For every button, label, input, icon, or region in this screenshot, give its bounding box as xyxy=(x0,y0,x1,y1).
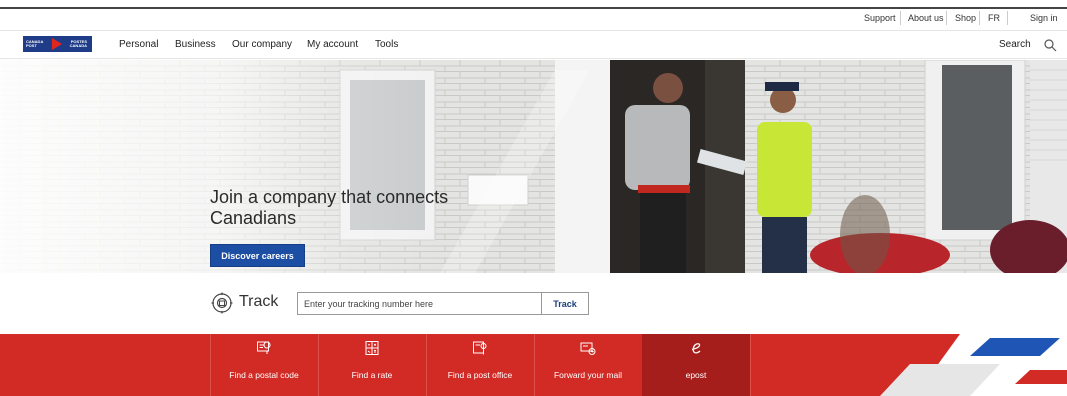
nav-my-account[interactable]: My account xyxy=(307,39,358,50)
divider xyxy=(979,11,980,25)
search-icon[interactable] xyxy=(1043,38,1057,52)
forward-mail-link[interactable]: Forward your mail xyxy=(534,334,642,396)
tracking-number-input[interactable] xyxy=(297,292,542,315)
find-postal-code-link[interactable]: Find a postal code xyxy=(210,334,318,396)
hero-title: Join a company that connects Canadians xyxy=(210,187,449,228)
nav-business[interactable]: Business xyxy=(175,39,216,50)
shop-link[interactable]: Shop xyxy=(955,13,976,23)
find-rate-link[interactable]: Find a rate xyxy=(318,334,426,396)
track-target-icon xyxy=(211,292,233,314)
quick-link-label: Find a rate xyxy=(351,370,393,380)
epost-link[interactable]: epost xyxy=(642,334,750,396)
nav-our-company[interactable]: Our company xyxy=(232,39,292,50)
epost-icon xyxy=(691,343,701,354)
divider xyxy=(1007,11,1008,25)
post-office-locator-icon xyxy=(473,341,487,355)
quick-links-band: Find a postal code Find a rate Find a po… xyxy=(0,334,1067,396)
search-label[interactable]: Search xyxy=(999,39,1031,50)
hero-banner: Join a company that connects Canadians D… xyxy=(0,60,1067,273)
utility-bar: Support About us Shop FR Sign in xyxy=(0,0,1067,30)
quick-link-label: Forward your mail xyxy=(553,370,623,380)
language-toggle[interactable]: FR xyxy=(988,13,1000,23)
main-nav: CANADA POST POSTES CANADA Personal Busines… xyxy=(0,30,1067,59)
sign-in-link[interactable]: Sign in xyxy=(1030,13,1058,23)
hero-photo xyxy=(0,60,1067,273)
top-rule xyxy=(0,7,1067,9)
logo-arrow-icon xyxy=(52,38,62,50)
find-post-office-link[interactable]: Find a post office xyxy=(426,334,534,396)
quick-link-label: Find a post office xyxy=(447,370,513,380)
nav-tools[interactable]: Tools xyxy=(375,39,398,50)
track-label: Track xyxy=(239,293,279,310)
about-us-link[interactable]: About us xyxy=(908,13,944,23)
discover-careers-button[interactable]: Discover careers xyxy=(210,244,305,267)
postal-code-icon xyxy=(257,341,271,354)
track-button[interactable]: Track xyxy=(541,292,589,315)
divider xyxy=(900,11,901,25)
mail-forward-icon xyxy=(580,342,596,355)
support-link[interactable]: Support xyxy=(864,13,896,23)
canada-post-logo[interactable]: CANADA POST POSTES CANADA xyxy=(23,36,92,52)
divider xyxy=(946,11,947,25)
rate-calculator-icon xyxy=(365,341,379,355)
quick-link-label: epost xyxy=(685,370,707,380)
nav-personal[interactable]: Personal xyxy=(119,39,158,50)
quick-link-label: Find a postal code xyxy=(229,370,299,380)
